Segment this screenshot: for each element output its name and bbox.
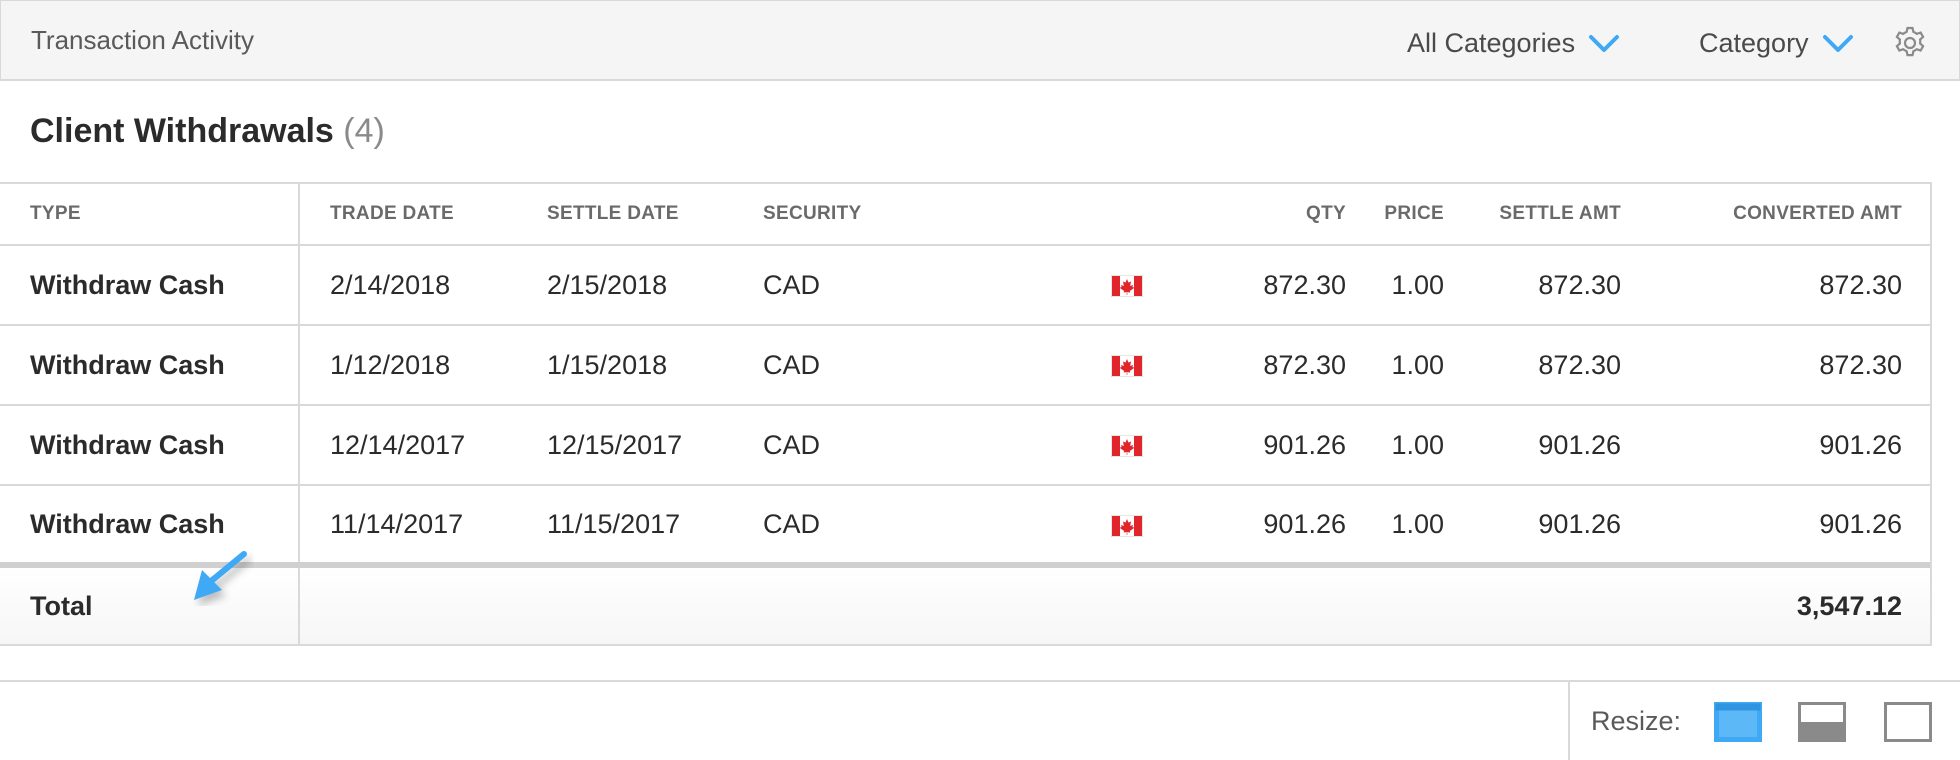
table-row[interactable]: Withdraw Cash 11/14/2017 11/15/2017 CAD … [0,485,1932,566]
section-title: Client Withdrawals (4) [30,112,385,151]
chevron-down-icon [1589,35,1620,52]
total-label: Total [0,565,300,646]
footer-divider [0,680,1960,682]
canada-flag-icon [1111,435,1143,457]
cell-type: Withdraw Cash [0,245,300,326]
cell-security: CAD [733,325,1143,406]
section-title-text: Client Withdrawals [30,112,334,150]
all-categories-dropdown[interactable]: All Categories [1407,25,1621,61]
table-right-border [1930,182,1932,644]
column-header-qty[interactable]: QTY [1106,182,1376,246]
canada-flag-icon [1111,275,1143,297]
category-label: Category [1699,27,1809,58]
cell-settle-date: 1/15/2018 [517,325,733,406]
cell-settle-date: 11/15/2017 [517,485,733,566]
all-categories-label: All Categories [1407,27,1576,58]
column-header-security[interactable]: SECURITY [733,182,1106,246]
cell-type: Withdraw Cash [0,405,300,486]
cell-type: Withdraw Cash [0,485,300,566]
security-symbol: CAD [763,508,821,539]
cell-type: Withdraw Cash [0,325,300,406]
cell-security: CAD [733,245,1143,326]
security-symbol: CAD [763,269,821,300]
category-dropdown[interactable]: Category [1699,25,1855,61]
cell-converted-amt: 872.30 [1651,325,1932,406]
canada-flag-icon [1111,515,1143,537]
cell-price: 1.00 [1376,485,1474,566]
cell-settle-amt: 901.26 [1474,485,1651,566]
resize-large-button[interactable] [1884,702,1932,742]
table-row[interactable]: Withdraw Cash 2/14/2018 2/15/2018 CAD 87… [0,245,1932,326]
column-header-type[interactable]: TYPE [0,182,300,246]
total-row: Total 3,547.12 [0,565,1932,646]
cell-price: 1.00 [1376,325,1474,406]
chevron-down-icon [1822,35,1853,52]
footer-separator [1568,682,1570,760]
cell-qty: 901.26 [1106,485,1376,566]
cell-qty: 901.26 [1106,405,1376,486]
cell-trade-date: 2/14/2018 [299,245,517,326]
cell-settle-amt: 872.30 [1474,245,1651,326]
column-header-converted-amt[interactable]: CONVERTED AMT [1651,182,1932,246]
cell-settle-date: 2/15/2018 [517,245,733,326]
transactions-table-container: TYPE TRADE DATE SETTLE DATE SECURITY QTY… [0,182,1932,646]
cell-qty: 872.30 [1106,325,1376,406]
canada-flag-icon [1111,355,1143,377]
security-symbol: CAD [763,429,821,460]
transactions-table: TYPE TRADE DATE SETTLE DATE SECURITY QTY… [0,182,1932,646]
column-header-settle-amt[interactable]: SETTLE AMT [1474,182,1651,246]
arrow-icon [194,551,247,600]
cell-settle-date: 12/15/2017 [517,405,733,486]
security-symbol: CAD [763,349,821,380]
column-header-trade-date[interactable]: TRADE DATE [299,182,517,246]
table-row[interactable]: Withdraw Cash 12/14/2017 12/15/2017 CAD … [0,405,1932,486]
cell-trade-date: 12/14/2017 [299,405,517,486]
widget-header: Transaction Activity All Categories Cate… [0,0,1960,81]
column-header-price[interactable]: PRICE [1376,182,1474,246]
cell-price: 1.00 [1376,405,1474,486]
gear-icon[interactable] [1892,25,1928,61]
section-count: (4) [343,112,385,150]
resize-small-button[interactable] [1714,702,1762,742]
table-row[interactable]: Withdraw Cash 1/12/2018 1/15/2018 CAD 87… [0,325,1932,406]
widget-title: Transaction Activity [31,25,255,55]
cell-converted-amt: 901.26 [1651,405,1932,486]
table-header-row: TYPE TRADE DATE SETTLE DATE SECURITY QTY… [0,182,1932,246]
cell-security: CAD [733,485,1143,566]
resize-medium-button[interactable] [1798,702,1846,742]
cell-settle-amt: 901.26 [1474,405,1651,486]
cell-trade-date: 11/14/2017 [299,485,517,566]
cell-qty: 872.30 [1106,245,1376,326]
column-header-settle-date[interactable]: SETTLE DATE [517,182,733,246]
cell-trade-date: 1/12/2018 [299,325,517,406]
cell-converted-amt: 872.30 [1651,245,1932,326]
cell-converted-amt: 901.26 [1651,485,1932,566]
cell-security: CAD [733,405,1143,486]
total-value: 3,547.12 [1651,565,1932,646]
cell-settle-amt: 872.30 [1474,325,1651,406]
cell-price: 1.00 [1376,245,1474,326]
total-spacer [299,565,1651,646]
resize-label: Resize: [1591,706,1682,736]
